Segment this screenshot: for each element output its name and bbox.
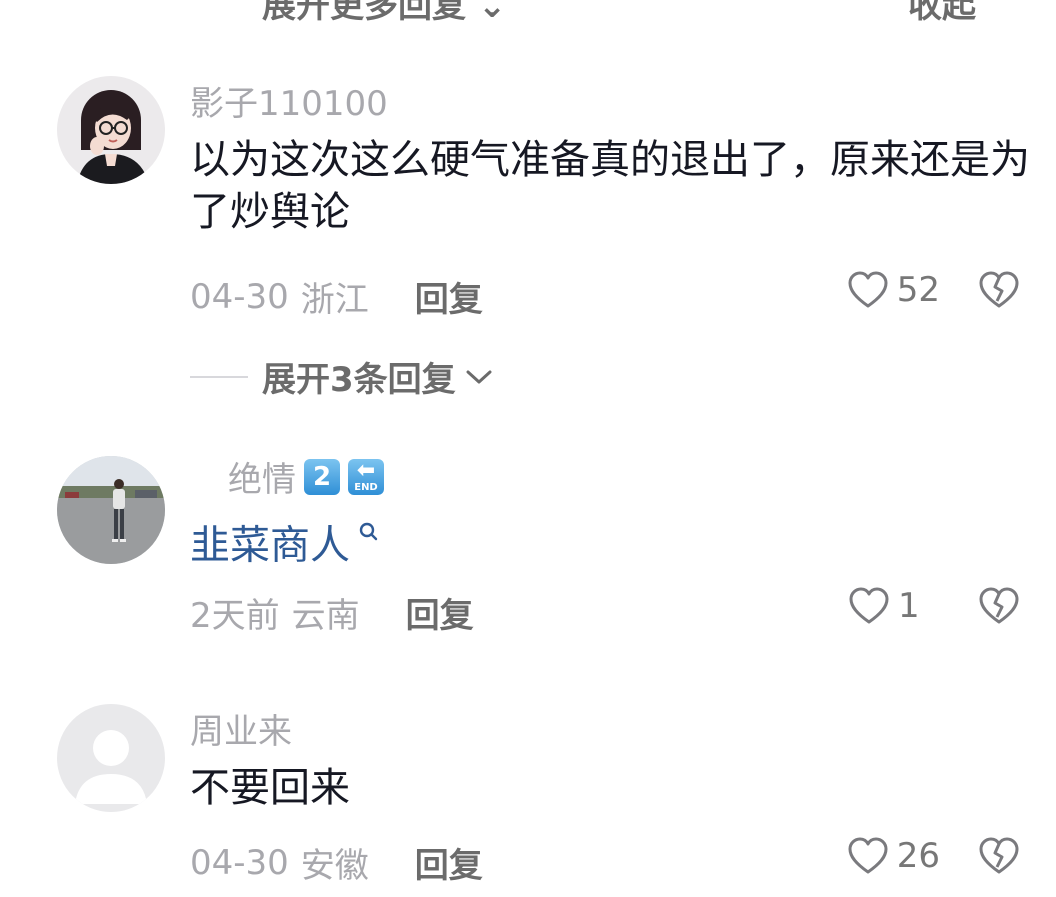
username-text[interactable]: 周业来 [190, 704, 292, 753]
comment-meta: 04-30 安徽 回复 [190, 838, 483, 887]
like-count: 52 [896, 270, 940, 310]
username-text[interactable]: 绝情 [228, 452, 296, 501]
comment-location: 云南 [291, 596, 360, 636]
like-count: 1 [898, 586, 920, 626]
expand-more-replies-link[interactable]: 展开更多回复 ⌄ [262, 0, 506, 27]
collapse-link[interactable]: 收起 [908, 0, 976, 27]
comment-meta: 2天前 云南 回复 [190, 588, 474, 637]
comment-date: 04-30 [190, 276, 289, 317]
expand-replies-label[interactable]: 展开3条回复 [262, 352, 456, 401]
comment-text: 以为这次这么硬气准备真的退出了，原来还是为了炒舆论 [190, 137, 1030, 235]
comment-date: 04-30 [190, 842, 289, 883]
like-count: 26 [896, 836, 940, 876]
reply-button[interactable]: 回复 [406, 588, 474, 637]
cartoon-girl-avatar-icon [57, 76, 165, 184]
top-partial-strip: 展开更多回复 ⌄ 收起 [0, 0, 1056, 26]
comment-text: 不要回来 [190, 765, 350, 811]
divider [190, 375, 248, 378]
comment-meta: 04-30 浙江 回复 [190, 272, 483, 321]
username[interactable]: 周业来 [190, 704, 292, 753]
broken-heart-icon[interactable] [978, 836, 1020, 876]
broken-heart-icon[interactable] [978, 270, 1020, 310]
comment-location: 安徽 [300, 846, 369, 886]
avatar[interactable] [57, 76, 165, 184]
search-icon[interactable] [352, 522, 379, 550]
comment-location: 浙江 [300, 280, 369, 320]
broken-heart-icon[interactable] [978, 586, 1020, 626]
person-photo-avatar-icon [57, 456, 165, 564]
username[interactable]: 绝情 2 ⬅ END [228, 452, 384, 501]
comment-actions: 1 [848, 586, 1020, 626]
comment-text: 韭菜商人 [190, 512, 1030, 571]
heart-outline-icon[interactable] [847, 836, 889, 876]
avatar[interactable] [57, 456, 165, 564]
end-arrow-emoji-icon: ⬅ END [348, 457, 384, 495]
reply-button[interactable]: 回复 [415, 272, 483, 321]
username[interactable]: 影子110100 [190, 76, 388, 125]
comment-date: 2天前 [190, 596, 280, 636]
heart-outline-icon[interactable] [847, 270, 889, 310]
avatar[interactable] [57, 704, 165, 812]
search-keyword-link[interactable]: 韭菜商人 [190, 522, 350, 568]
expand-replies-row[interactable]: 展开3条回复 [190, 352, 494, 401]
heart-outline-icon[interactable] [848, 586, 890, 626]
comment-actions: 26 [847, 836, 1020, 876]
username-text[interactable]: 影子110100 [190, 76, 388, 125]
reply-button[interactable]: 回复 [415, 838, 483, 887]
default-user-avatar-icon [57, 704, 165, 812]
keycap-two-emoji-icon: 2 [304, 458, 340, 495]
left-arrow-icon: ⬅ [356, 457, 376, 483]
chevron-down-icon [464, 367, 494, 387]
end-text: END [354, 481, 378, 493]
comment-actions: 52 [847, 270, 1020, 310]
